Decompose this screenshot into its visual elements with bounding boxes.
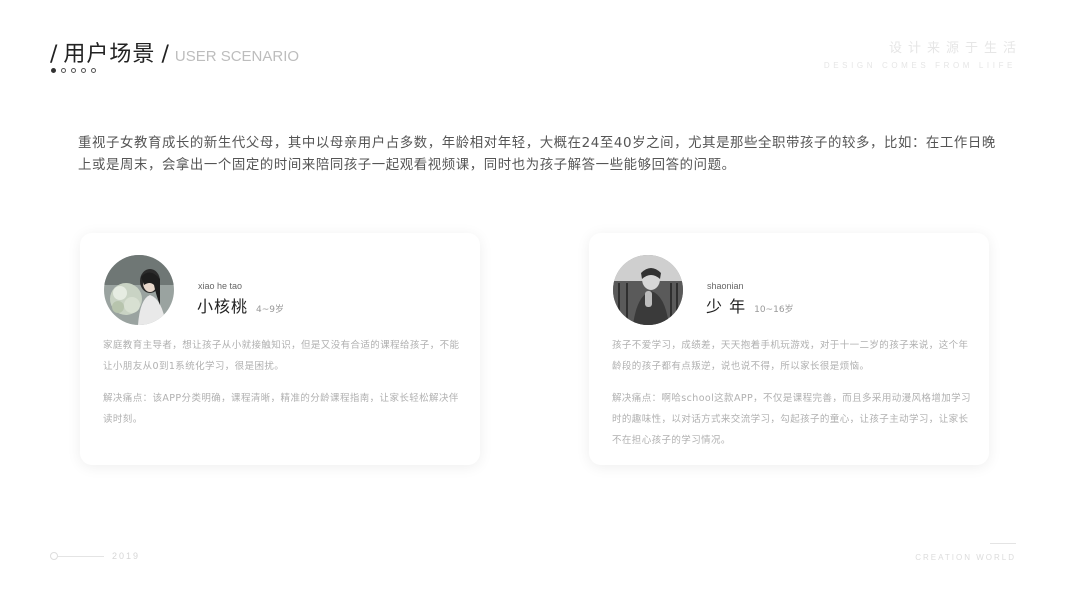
persona-name-english: xiao he tao — [198, 281, 243, 291]
footer-divider — [990, 543, 1016, 544]
footer-year-marker: 2019 — [50, 551, 140, 561]
footer-year: 2019 — [112, 551, 141, 561]
footer-brand: CREATION WORLD — [915, 543, 1016, 562]
page-dot — [81, 68, 86, 73]
page-dot — [91, 68, 96, 73]
persona-name-chinese: 少 年 — [706, 297, 747, 316]
persona-age: 10~16岁 — [754, 305, 794, 315]
persona-name: 少 年 10~16岁 — [706, 293, 794, 317]
slogan: 设计来源于生活 DESIGN COMES FROM LIIFE — [824, 37, 1016, 70]
persona-name: 小核桃 4~9岁 — [197, 293, 284, 317]
slogan-chinese: 设计来源于生活 — [888, 41, 1022, 56]
footer-brand-text: CREATION WORLD — [915, 553, 1016, 562]
persona-pain-point: 解决痛点：啊哈school这款APP，不仅是课程完善，而且多采用动漫风格增加学习… — [612, 393, 971, 446]
persona-name-english: shaonian — [707, 281, 744, 291]
title-chinese: 用户场景 — [63, 42, 156, 67]
persona-name-chinese: 小核桃 — [197, 297, 249, 316]
title-slash: / — [161, 42, 169, 67]
title-english: USER SCENARIO — [174, 48, 300, 65]
persona-card-xiaohetao: xiao he tao 小核桃 4~9岁 家庭教育主导者，想让孩子从小就接触知识… — [80, 233, 480, 465]
persona-age: 4~9岁 — [256, 305, 285, 315]
page-dot — [61, 68, 66, 73]
page-title: / 用户场景 / USER SCENARIO — [50, 36, 299, 68]
avatar — [104, 255, 174, 325]
persona-description: 孩子不爱学习，成绩差，天天抱着手机玩游戏，对于十一二岁的孩子来说，这个年龄段的孩… — [612, 340, 969, 372]
page-dot-active — [51, 68, 56, 73]
page-dot — [71, 68, 76, 73]
slogan-english: DESIGN COMES FROM LIIFE — [823, 61, 1016, 70]
persona-card-shaonian: shaonian 少 年 10~16岁 孩子不爱学习，成绩差，天天抱着手机玩游戏… — [589, 233, 989, 465]
intro-paragraph: 重视子女教育成长的新生代父母，其中以母亲用户占多数，年龄相对年轻，大概在24至4… — [78, 136, 996, 173]
persona-pain-point: 解决痛点：该APP分类明确，课程清晰，精准的分龄课程指南，让家长轻松解决伴读时刻… — [103, 393, 459, 425]
persona-description: 家庭教育主导者，想让孩子从小就接触知识，但是又没有合适的课程给孩子，不能让小朋友… — [103, 340, 460, 372]
footer-divider — [58, 555, 104, 557]
title-slash: / — [50, 42, 58, 67]
avatar — [613, 255, 683, 325]
page-indicator — [51, 68, 96, 73]
footer-circle-icon — [50, 552, 58, 560]
